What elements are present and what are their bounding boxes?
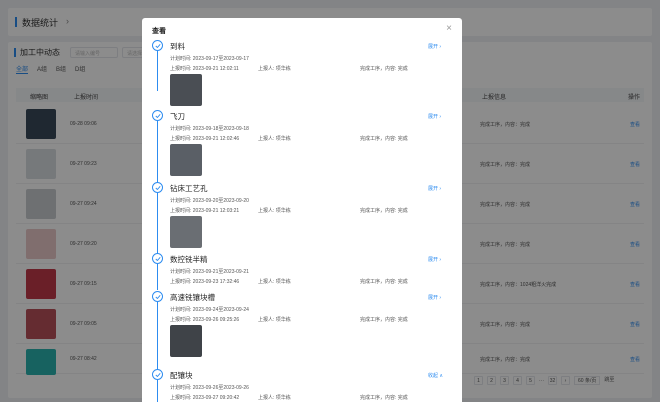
step-upload-time: 上报时间: 2023-09-21 12:03:21 <box>170 208 240 214</box>
step-reporter: 上报人: 项华栋 <box>258 136 291 142</box>
expand-link[interactable]: 展开 › <box>428 113 441 120</box>
step-photo[interactable] <box>170 74 202 106</box>
step-name: 到料 <box>170 42 185 51</box>
timeline-line <box>157 121 158 183</box>
step-content: 完成工序，内容: 完成 <box>360 317 408 323</box>
step-plan-time: 计划时间: 2023-09-26至2023-09-26 <box>170 385 249 391</box>
step-name: 配镶块 <box>170 371 193 380</box>
step-content: 完成工序，内容: 完成 <box>360 395 408 401</box>
timeline-line <box>157 302 158 370</box>
step-content: 完成工序，内容: 完成 <box>360 66 408 72</box>
step-upload-time: 上报时间: 2023-09-27 09:20:42 <box>170 395 240 401</box>
step-reporter: 上报人: 项华栋 <box>258 279 291 285</box>
step-plan-time: 计划时间: 2023-09-20至2023-09-20 <box>170 198 249 204</box>
check-circle-icon <box>152 110 163 121</box>
close-icon[interactable]: × <box>446 23 452 34</box>
step-meta: 上报时间: 2023-09-23 17:32:46 上报人: 项华栋 完成工序，… <box>170 278 408 285</box>
step-reporter: 上报人: 项华栋 <box>258 66 291 72</box>
step-name: 钻床工艺孔 <box>170 184 208 193</box>
check-circle-icon <box>152 182 163 193</box>
step-reporter: 上报人: 项华栋 <box>258 317 291 323</box>
expand-link[interactable]: 展开 › <box>428 43 441 50</box>
timeline-line <box>157 193 158 255</box>
step-plan-time: 计划时间: 2023-09-21至2023-09-21 <box>170 269 249 275</box>
step-content: 完成工序，内容: 完成 <box>360 208 408 214</box>
step-reporter: 上报人: 项华栋 <box>258 395 291 401</box>
expand-link[interactable]: 展开 › <box>428 185 441 192</box>
step-content: 完成工序，内容: 完成 <box>360 279 408 285</box>
step-name: 飞刀 <box>170 112 185 121</box>
step-plan-time: 计划时间: 2023-09-24至2023-09-24 <box>170 307 249 313</box>
step-upload-time: 上报时间: 2023-09-21 12:02:11 <box>170 66 239 72</box>
timeline-line <box>157 51 158 91</box>
step-name: 高速铣镶块槽 <box>170 293 215 302</box>
step-photo[interactable] <box>170 325 202 357</box>
step-meta: 上报时间: 2023-09-21 12:02:11 上报人: 项华栋 完成工序，… <box>170 65 408 72</box>
step-upload-time: 上报时间: 2023-09-21 12:02:46 <box>170 136 240 142</box>
check-circle-icon <box>152 291 163 302</box>
step-photo[interactable] <box>170 216 202 248</box>
check-circle-icon <box>152 369 163 380</box>
step-meta: 上报时间: 2023-09-26 09:25:26 上报人: 项华栋 完成工序，… <box>170 316 408 323</box>
step-meta: 上报时间: 2023-09-21 12:02:46 上报人: 项华栋 完成工序，… <box>170 135 408 142</box>
expand-link[interactable]: 展开 › <box>428 294 441 301</box>
check-circle-icon <box>152 40 163 51</box>
step-plan-time: 计划时间: 2023-09-17至2023-09-17 <box>170 56 249 62</box>
step-content: 完成工序，内容: 完成 <box>360 136 408 142</box>
modal-title: 查看 <box>152 28 166 35</box>
step-meta: 上报时间: 2023-09-27 09:20:42 上报人: 项华栋 完成工序，… <box>170 394 408 401</box>
step-upload-time: 上报时间: 2023-09-23 17:32:46 <box>170 279 240 285</box>
expand-link[interactable]: 展开 › <box>428 256 441 263</box>
collapse-link[interactable]: 收起 ∧ <box>428 372 443 379</box>
step-photo[interactable] <box>170 144 202 176</box>
step-meta: 上报时间: 2023-09-21 12:03:21 上报人: 项华栋 完成工序，… <box>170 207 408 214</box>
timeline-line <box>157 380 158 402</box>
step-name: 数控铣半精 <box>170 255 208 264</box>
step-reporter: 上报人: 项华栋 <box>258 208 291 214</box>
view-modal: 查看 × 到料 展开 › 计划时间: 2023-09-17至2023-09-17… <box>142 18 462 402</box>
timeline-line <box>157 264 158 290</box>
step-upload-time: 上报时间: 2023-09-26 09:25:26 <box>170 317 240 323</box>
check-circle-icon <box>152 253 163 264</box>
step-plan-time: 计划时间: 2023-09-18至2023-09-18 <box>170 126 249 132</box>
